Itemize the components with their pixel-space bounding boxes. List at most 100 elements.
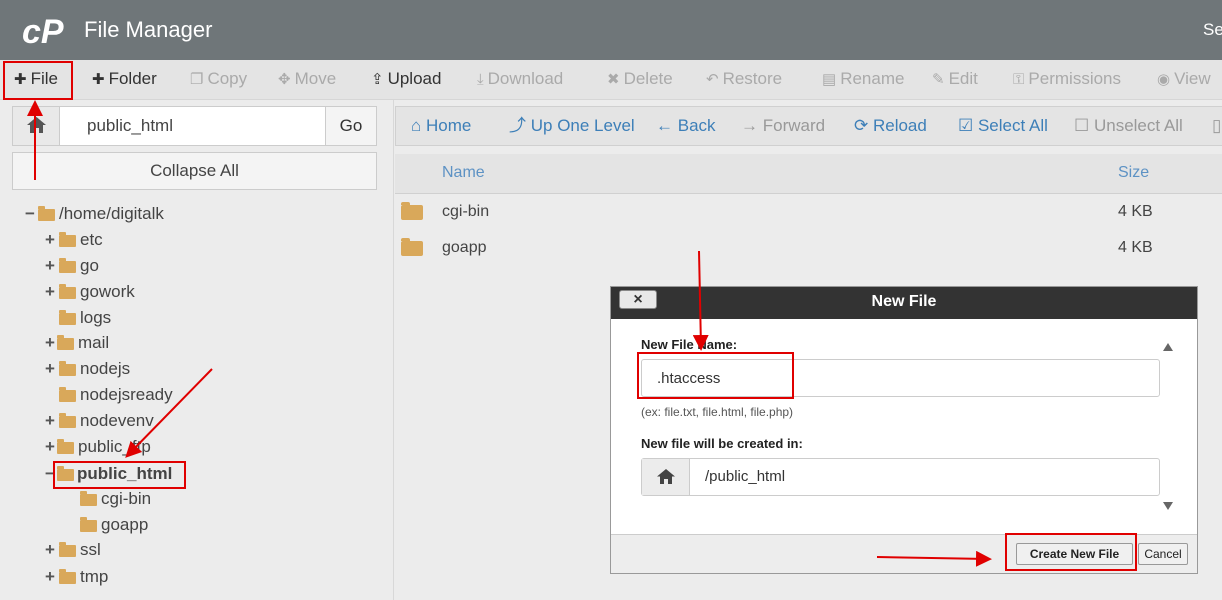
app-title: File Manager xyxy=(84,17,213,42)
expand-toggle[interactable]: + xyxy=(44,409,56,433)
tree-item-public-ftp[interactable]: + public_ftp xyxy=(44,435,174,459)
tree-item-logs[interactable]: logs xyxy=(44,306,164,330)
folder-icon xyxy=(57,439,74,454)
nav-unselect-all-button[interactable]: ☐ Unselect All xyxy=(1074,107,1183,145)
nav-back-button[interactable]: ← Back xyxy=(656,107,716,145)
collapse-toggle[interactable]: − xyxy=(24,202,36,226)
table-row[interactable]: goapp 4 KB xyxy=(395,230,1222,266)
scroll-down-arrow-icon[interactable] xyxy=(1163,502,1173,510)
view-button[interactable]: ◉ View xyxy=(1157,60,1211,100)
highlight-box-public-html xyxy=(53,461,186,489)
expand-toggle[interactable]: + xyxy=(44,254,56,278)
file-name-hint: (ex: file.txt, file.html, file.php) xyxy=(641,405,794,419)
expand-toggle[interactable]: + xyxy=(44,435,56,459)
trash-icon[interactable]: ▯ xyxy=(1212,107,1221,145)
rename-icon: ▤ xyxy=(822,71,837,88)
column-size-header[interactable]: Size xyxy=(1118,164,1149,182)
arrow-left-icon: ← xyxy=(656,116,678,135)
tree-item-home[interactable]: − /home/digitalk xyxy=(24,202,224,226)
edit-button[interactable]: ✎ Edit xyxy=(932,60,978,100)
home-icon xyxy=(27,117,46,133)
pencil-icon: ✎ xyxy=(932,71,945,88)
folder-icon xyxy=(59,413,76,428)
nav-home-button[interactable]: ⌂ Home xyxy=(411,107,471,145)
upload-button[interactable]: ⇪ Upload xyxy=(371,60,441,100)
new-file-dialog: New File × New File Name: (ex: file.txt,… xyxy=(610,286,1198,574)
nav-up-button[interactable]: ⤴ Up One Level xyxy=(509,107,635,145)
eye-icon: ◉ xyxy=(1157,71,1171,88)
dialog-close-button[interactable]: × xyxy=(619,290,657,309)
copy-icon: ❐ xyxy=(190,71,204,88)
table-row[interactable]: cgi-bin 4 KB xyxy=(395,194,1222,230)
navigation-bar: ⌂ Home ⤴ Up One Level ← Back → Forward ⟳… xyxy=(395,106,1222,146)
folder-icon xyxy=(59,310,76,325)
tree-item-etc[interactable]: + etc xyxy=(44,228,164,252)
folder-icon xyxy=(59,232,76,247)
cancel-button[interactable]: Cancel xyxy=(1138,543,1188,565)
tree-item-ssl[interactable]: + ssl xyxy=(44,538,144,562)
expand-toggle[interactable]: + xyxy=(44,357,56,381)
new-file-name-label: New File Name: xyxy=(641,337,738,352)
folder-icon xyxy=(59,387,76,402)
tree-item-nodejs[interactable]: + nodejs xyxy=(44,357,164,381)
rename-button[interactable]: ▤ Rename xyxy=(822,60,904,100)
tree-item-tmp[interactable]: + tmp xyxy=(44,565,144,589)
move-button[interactable]: ✥ Move xyxy=(278,60,336,100)
expand-toggle[interactable]: + xyxy=(44,538,56,562)
nav-reload-button[interactable]: ⟳ Reload xyxy=(854,107,927,145)
highlight-box-file-button xyxy=(3,61,73,100)
main-toolbar: ✚ File ✚ Folder ❐ Copy ✥ Move ⇪ Upload ⤓ Downl… xyxy=(0,60,1222,100)
file-list-header: Name Size xyxy=(395,154,1222,194)
svg-text:cP: cP xyxy=(22,13,64,49)
folder-icon xyxy=(59,258,76,273)
scroll-up-arrow-icon[interactable] xyxy=(1163,343,1173,351)
tree-item-mail[interactable]: + mail xyxy=(44,331,164,355)
tree-item-nodevenv[interactable]: + nodevenv xyxy=(44,409,174,433)
copy-button[interactable]: ❐ Copy xyxy=(190,60,247,100)
permissions-button[interactable]: ⚿ Permissions xyxy=(1013,60,1121,100)
tree-item-gowork[interactable]: + gowork xyxy=(44,280,164,304)
tree-item-go[interactable]: + go xyxy=(44,254,164,278)
tree-item-goapp[interactable]: goapp xyxy=(80,513,180,537)
level-up-icon: ⤴ xyxy=(509,116,531,135)
tree-item-cgi-bin[interactable]: cgi-bin xyxy=(80,487,180,511)
reload-icon: ⟳ xyxy=(854,116,873,135)
dialog-titlebar: New File × xyxy=(611,287,1197,319)
header-search-label[interactable]: Se xyxy=(1203,20,1222,40)
expand-toggle[interactable]: + xyxy=(44,280,56,304)
column-name-header[interactable]: Name xyxy=(442,164,485,182)
cpanel-logo: cP xyxy=(22,13,64,49)
expand-toggle[interactable]: + xyxy=(44,228,56,252)
delete-button[interactable]: ✖ Delete xyxy=(607,60,673,100)
restore-icon: ↶ xyxy=(706,71,719,88)
go-button[interactable]: Go xyxy=(325,107,376,145)
home-icon: ⌂ xyxy=(411,116,426,135)
nav-select-all-button[interactable]: ☑ Select All xyxy=(958,107,1048,145)
highlight-box-create-button xyxy=(1005,533,1137,571)
tree-item-nodejsready[interactable]: nodejsready xyxy=(44,383,184,407)
download-button[interactable]: ⤓ Download xyxy=(477,60,563,100)
download-icon: ⤓ xyxy=(477,71,484,88)
home-path-button[interactable] xyxy=(13,107,60,145)
location-field[interactable]: /public_html xyxy=(641,458,1160,496)
highlight-box-file-name xyxy=(637,352,794,399)
plus-icon: ✚ xyxy=(92,71,105,88)
move-icon: ✥ xyxy=(278,71,291,88)
location-label: New file will be created in: xyxy=(641,436,803,451)
collapse-all-button[interactable]: Collapse All xyxy=(12,152,377,190)
path-input[interactable] xyxy=(60,107,325,145)
location-value: /public_html xyxy=(705,468,786,485)
nav-forward-button[interactable]: → Forward xyxy=(741,107,825,145)
expand-toggle[interactable]: + xyxy=(44,331,56,355)
folder-icon xyxy=(57,335,74,350)
folder-icon xyxy=(59,284,76,299)
new-folder-button[interactable]: ✚ Folder xyxy=(92,60,157,100)
folder-icon xyxy=(80,491,97,506)
home-icon xyxy=(642,459,690,495)
folder-icon xyxy=(59,361,76,376)
upload-icon: ⇪ xyxy=(371,71,384,88)
folder-icon xyxy=(59,569,76,584)
panel-divider[interactable] xyxy=(393,100,394,600)
restore-button[interactable]: ↶ Restore xyxy=(706,60,782,100)
expand-toggle[interactable]: + xyxy=(44,565,56,589)
